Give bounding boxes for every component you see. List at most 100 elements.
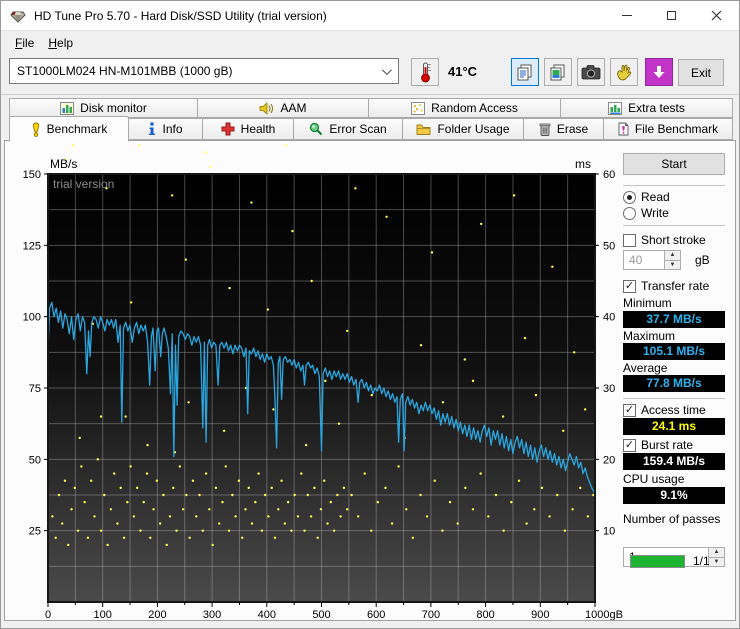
window-title: HD Tune Pro 5.70 - Hard Disk/SSD Utility… [34,9,327,23]
drive-select[interactable]: ST1000LM024 HN-M101MBB (1000 gB) [9,58,399,84]
copy-image-button[interactable] [544,58,572,86]
tab-label: Erase [557,122,588,136]
error-scan-icon [309,122,323,136]
tab-info[interactable]: Info [129,118,203,140]
hand-button[interactable] [610,58,638,86]
transfer-rate-label: Transfer rate [641,279,709,293]
tab-benchmark[interactable]: Benchmark [9,116,129,142]
read-radio[interactable]: Read [623,190,670,204]
checkbox-checked-icon: ✓ [623,439,636,452]
svg-text:400: 400 [258,609,276,620]
write-radio[interactable]: Write [623,206,669,220]
svg-text:600: 600 [367,609,385,620]
temperature-value: 41°C [448,64,477,79]
tab-error-scan[interactable]: Error Scan [294,118,403,140]
start-button[interactable]: Start [623,153,725,175]
short-stroke-checkbox[interactable]: Short stroke [623,233,706,247]
tab-file-benchmark[interactable]: File Benchmark [604,118,733,140]
close-button[interactable] [694,1,739,30]
checkbox-checked-icon: ✓ [623,280,636,293]
exit-button[interactable]: Exit [678,59,724,86]
spin-down-icon[interactable]: ▼ [665,261,680,270]
burst-rate-checkbox[interactable]: ✓ Burst rate [623,438,693,452]
title-bar: HD Tune Pro 5.70 - Hard Disk/SSD Utility… [1,1,739,31]
spin-up-icon[interactable]: ▲ [709,548,724,558]
minimize-icon [622,15,632,16]
short-stroke-spinner[interactable]: 40 ▲▼ [623,250,681,270]
tab-label: Health [241,122,276,136]
access-time-checkbox[interactable]: ✓ Access time [623,403,706,417]
svg-text:40: 40 [603,312,615,324]
minimum-value: 37.7 MB/s [623,311,725,328]
svg-text:ms: ms [575,157,591,171]
radio-icon [623,207,636,220]
thermometer-icon [417,61,433,83]
benchmark-panel: 1501251007550256050403020100100200300400… [4,140,736,621]
write-label: Write [641,206,669,220]
hand-icon [615,63,633,81]
checkbox-checked-icon: ✓ [623,404,636,417]
svg-text:75: 75 [29,383,41,395]
random-dots-icon [411,102,425,115]
tab-disk-monitor[interactable]: Disk monitor [9,98,198,118]
tab-extra-tests[interactable]: Extra tests [561,98,733,118]
save-results-button[interactable] [645,58,673,86]
tab-random-access[interactable]: Random Access [369,98,561,118]
short-stroke-label: Short stroke [641,233,706,247]
tab-label: Benchmark [47,122,108,136]
benchmark-icon [31,122,41,137]
hd-tune-window: HD Tune Pro 5.70 - Hard Disk/SSD Utility… [0,0,740,629]
tab-label: Info [162,122,182,136]
read-label: Read [641,190,670,204]
spin-down-icon[interactable]: ▼ [709,558,724,567]
maximum-label: Maximum [623,329,675,343]
svg-text:25: 25 [29,526,41,538]
svg-text:20: 20 [603,454,615,466]
tab-label: AAM [280,101,306,115]
tab-aam[interactable]: AAM [198,98,369,118]
start-label: Start [661,157,686,171]
copy-image-icon [549,63,567,81]
svg-text:0: 0 [45,609,51,620]
menu-help[interactable]: Help [41,34,80,52]
tab-label: File Benchmark [635,122,718,136]
radio-selected-icon [623,191,636,204]
separator [623,185,725,186]
temperature-button[interactable] [411,58,439,86]
burst-rate-label: Burst rate [641,438,693,452]
menu-bar: File Help [1,32,739,53]
cpu-usage-label: CPU usage [623,472,684,486]
maximize-icon [667,11,676,20]
copy-report-button[interactable] [511,58,539,86]
minimum-label: Minimum [623,296,672,310]
minimize-button[interactable] [604,1,649,30]
tab-row-bottom: Benchmark Info Health Error Scan Folder … [9,118,733,140]
short-stroke-value: 40 [629,253,642,267]
screenshot-button[interactable] [577,58,605,86]
average-value: 77.8 MB/s [623,375,725,392]
tab-label: Random Access [431,101,518,115]
short-stroke-unit: gB [695,253,710,267]
svg-text:125: 125 [23,240,41,252]
camera-icon [581,64,601,80]
speaker-icon [259,102,274,115]
svg-text:MB/s: MB/s [50,157,77,171]
app-icon [10,8,26,24]
tab-erase[interactable]: Erase [524,118,604,140]
svg-text:200: 200 [148,609,166,620]
menu-file[interactable]: File [8,34,41,52]
spin-up-icon[interactable]: ▲ [665,251,680,261]
svg-text:700: 700 [422,609,440,620]
copy-report-icon [516,63,534,81]
tab-folder-usage[interactable]: Folder Usage [403,118,524,140]
cpu-usage-value: 9.1% [623,487,725,504]
svg-text:300: 300 [203,609,221,620]
toolbar-divider [1,94,739,95]
svg-text:trial version: trial version [53,177,114,191]
folder-icon [416,123,431,136]
transfer-rate-checkbox[interactable]: ✓ Transfer rate [623,279,709,293]
tab-health[interactable]: Health [203,118,294,140]
separator [623,225,725,226]
exit-label: Exit [691,66,711,80]
maximize-button[interactable] [649,1,694,30]
